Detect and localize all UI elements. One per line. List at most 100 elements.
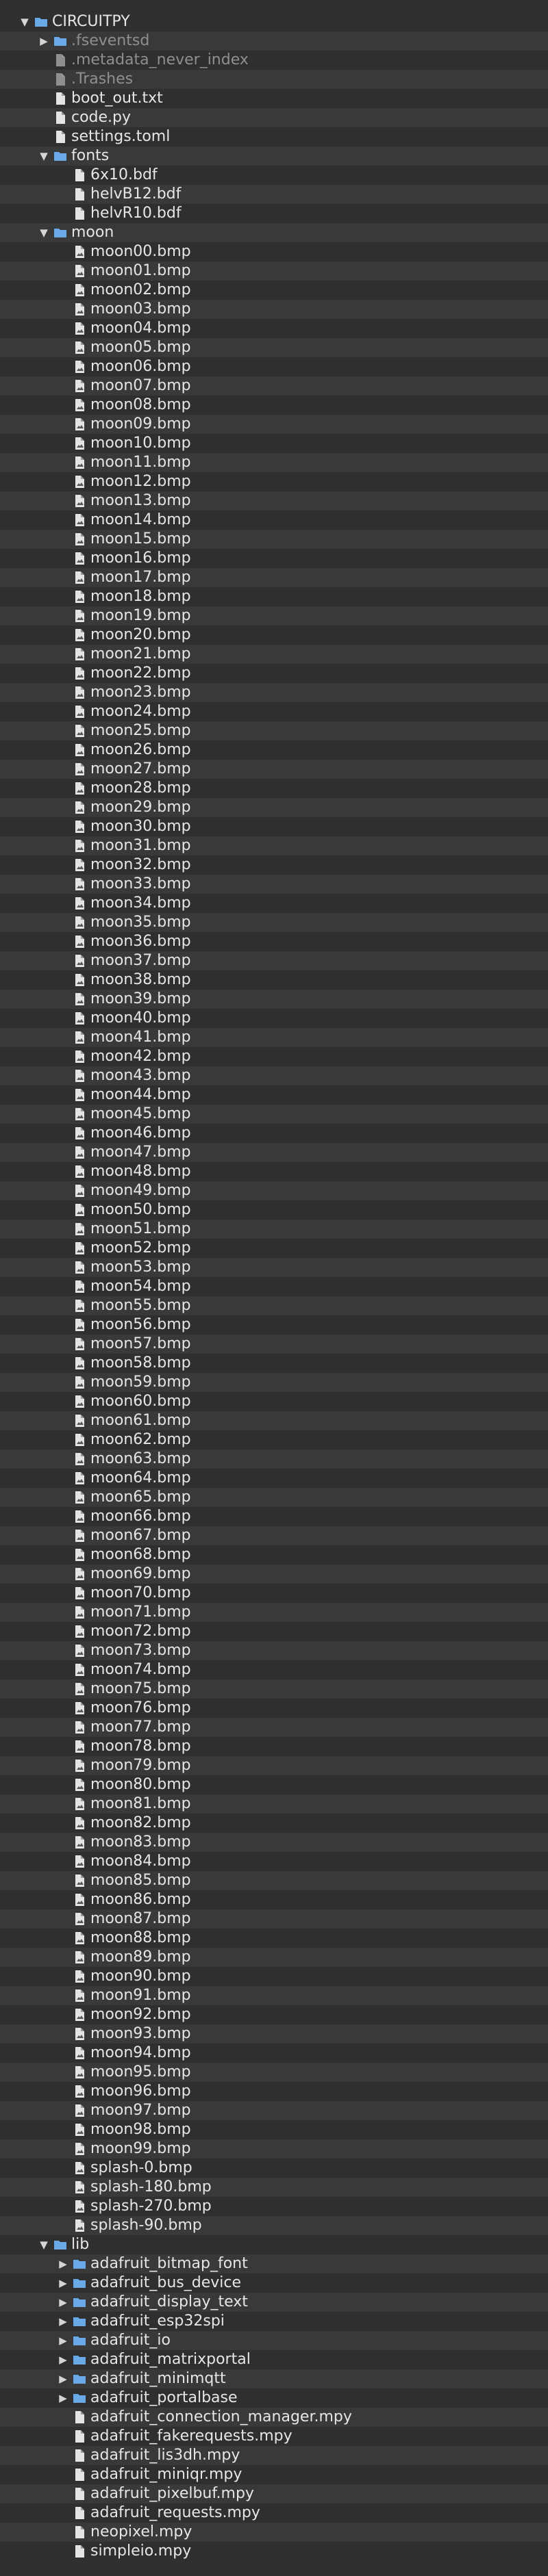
chevron-right-icon[interactable]: ▶ xyxy=(37,31,51,51)
file-row[interactable]: moon06.bmp xyxy=(0,357,548,376)
file-row[interactable]: moon11.bmp xyxy=(0,453,548,472)
file-row[interactable]: moon68.bmp xyxy=(0,1545,548,1564)
file-row[interactable]: .Trashes xyxy=(0,70,548,89)
file-row[interactable]: moon78.bmp xyxy=(0,1737,548,1756)
file-row[interactable]: moon86.bmp xyxy=(0,1890,548,1909)
folder-row[interactable]: ▶ .fseventsd xyxy=(0,31,548,51)
file-row[interactable]: moon20.bmp xyxy=(0,626,548,645)
file-row[interactable]: moon51.bmp xyxy=(0,1220,548,1239)
file-row[interactable]: moon09.bmp xyxy=(0,415,548,434)
file-row[interactable]: moon29.bmp xyxy=(0,798,548,817)
file-row[interactable]: moon65.bmp xyxy=(0,1488,548,1507)
file-row[interactable]: moon92.bmp xyxy=(0,2005,548,2024)
file-row[interactable]: helvR10.bdf xyxy=(0,204,548,223)
file-row[interactable]: moon87.bmp xyxy=(0,1909,548,1929)
file-row[interactable]: moon90.bmp xyxy=(0,1967,548,1986)
file-row[interactable]: moon72.bmp xyxy=(0,1622,548,1641)
file-row[interactable]: 6x10.bdf xyxy=(0,166,548,185)
file-row[interactable]: moon08.bmp xyxy=(0,396,548,415)
file-row[interactable]: moon61.bmp xyxy=(0,1411,548,1430)
file-row[interactable]: moon33.bmp xyxy=(0,875,548,894)
file-row[interactable]: moon77.bmp xyxy=(0,1718,548,1737)
file-row[interactable]: moon63.bmp xyxy=(0,1450,548,1469)
folder-row[interactable]: ▼ lib xyxy=(0,2235,548,2254)
file-row[interactable]: moon38.bmp xyxy=(0,970,548,990)
file-row[interactable]: moon34.bmp xyxy=(0,894,548,913)
file-row[interactable]: moon21.bmp xyxy=(0,645,548,664)
file-row[interactable]: moon24.bmp xyxy=(0,702,548,721)
chevron-down-icon[interactable]: ▼ xyxy=(37,146,51,166)
folder-row[interactable]: ▶ adafruit_minimqtt xyxy=(0,2369,548,2388)
file-row[interactable]: moon50.bmp xyxy=(0,1200,548,1220)
file-row[interactable]: moon48.bmp xyxy=(0,1162,548,1181)
file-row[interactable]: moon93.bmp xyxy=(0,2024,548,2044)
file-row[interactable]: moon91.bmp xyxy=(0,1986,548,2005)
file-row[interactable]: moon14.bmp xyxy=(0,511,548,530)
file-row[interactable]: moon56.bmp xyxy=(0,1315,548,1335)
chevron-right-icon[interactable]: ▶ xyxy=(56,2312,70,2331)
file-row[interactable]: adafruit_miniqr.mpy xyxy=(0,2465,548,2484)
file-row[interactable]: moon82.bmp xyxy=(0,1814,548,1833)
file-row[interactable]: moon04.bmp xyxy=(0,319,548,338)
file-row[interactable]: moon84.bmp xyxy=(0,1852,548,1871)
file-row[interactable]: moon23.bmp xyxy=(0,683,548,702)
file-row[interactable]: moon94.bmp xyxy=(0,2044,548,2063)
file-row[interactable]: settings.toml xyxy=(0,127,548,146)
file-row[interactable]: moon17.bmp xyxy=(0,568,548,587)
file-row[interactable]: moon62.bmp xyxy=(0,1430,548,1450)
file-row[interactable]: moon49.bmp xyxy=(0,1181,548,1200)
file-row[interactable]: moon59.bmp xyxy=(0,1373,548,1392)
file-row[interactable]: moon58.bmp xyxy=(0,1354,548,1373)
file-row[interactable]: code.py xyxy=(0,108,548,127)
file-row[interactable]: moon45.bmp xyxy=(0,1105,548,1124)
file-row[interactable]: moon81.bmp xyxy=(0,1794,548,1814)
file-row[interactable]: moon18.bmp xyxy=(0,587,548,606)
file-row[interactable]: moon71.bmp xyxy=(0,1603,548,1622)
file-row[interactable]: moon27.bmp xyxy=(0,760,548,779)
file-row[interactable]: moon16.bmp xyxy=(0,549,548,568)
file-row[interactable]: moon40.bmp xyxy=(0,1009,548,1028)
file-row[interactable]: moon80.bmp xyxy=(0,1775,548,1794)
folder-row[interactable]: ▶ adafruit_display_text xyxy=(0,2293,548,2312)
file-row[interactable]: moon07.bmp xyxy=(0,376,548,396)
file-row[interactable]: splash-270.bmp xyxy=(0,2197,548,2216)
file-row[interactable]: moon53.bmp xyxy=(0,1258,548,1277)
file-row[interactable]: moon13.bmp xyxy=(0,491,548,511)
file-row[interactable]: moon60.bmp xyxy=(0,1392,548,1411)
file-row[interactable]: moon03.bmp xyxy=(0,300,548,319)
file-row[interactable]: adafruit_pixelbuf.mpy xyxy=(0,2484,548,2503)
file-row[interactable]: moon41.bmp xyxy=(0,1028,548,1047)
file-row[interactable]: moon01.bmp xyxy=(0,261,548,281)
file-row[interactable]: moon02.bmp xyxy=(0,281,548,300)
file-row[interactable]: adafruit_fakerequests.mpy xyxy=(0,2427,548,2446)
file-row[interactable]: moon28.bmp xyxy=(0,779,548,798)
folder-row[interactable]: ▶ adafruit_portalbase xyxy=(0,2388,548,2408)
file-row[interactable]: adafruit_requests.mpy xyxy=(0,2503,548,2523)
chevron-right-icon[interactable]: ▶ xyxy=(56,2293,70,2312)
file-row[interactable]: moon55.bmp xyxy=(0,1296,548,1315)
file-row[interactable]: moon69.bmp xyxy=(0,1564,548,1584)
file-row[interactable]: moon85.bmp xyxy=(0,1871,548,1890)
file-row[interactable]: moon15.bmp xyxy=(0,530,548,549)
chevron-down-icon[interactable]: ▼ xyxy=(18,12,32,31)
file-row[interactable]: moon52.bmp xyxy=(0,1239,548,1258)
folder-row[interactable]: ▼ fonts xyxy=(0,146,548,166)
folder-row[interactable]: ▶ adafruit_esp32spi xyxy=(0,2312,548,2331)
file-row[interactable]: moon22.bmp xyxy=(0,664,548,683)
file-row[interactable]: moon44.bmp xyxy=(0,1085,548,1105)
folder-row[interactable]: ▶ adafruit_bitmap_font xyxy=(0,2254,548,2274)
file-row[interactable]: moon43.bmp xyxy=(0,1066,548,1085)
file-row[interactable]: moon37.bmp xyxy=(0,951,548,970)
folder-row[interactable]: ▶ adafruit_bus_device xyxy=(0,2274,548,2293)
file-row[interactable]: moon19.bmp xyxy=(0,606,548,626)
file-row[interactable]: moon32.bmp xyxy=(0,855,548,875)
file-row[interactable]: moon97.bmp xyxy=(0,2101,548,2120)
file-row[interactable]: moon76.bmp xyxy=(0,1699,548,1718)
file-row[interactable]: adafruit_lis3dh.mpy xyxy=(0,2446,548,2465)
file-row[interactable]: moon25.bmp xyxy=(0,721,548,740)
file-row[interactable]: moon73.bmp xyxy=(0,1641,548,1660)
file-row[interactable]: moon42.bmp xyxy=(0,1047,548,1066)
file-row[interactable]: .metadata_never_index xyxy=(0,51,548,70)
file-row[interactable]: moon12.bmp xyxy=(0,472,548,491)
file-row[interactable]: splash-90.bmp xyxy=(0,2216,548,2235)
